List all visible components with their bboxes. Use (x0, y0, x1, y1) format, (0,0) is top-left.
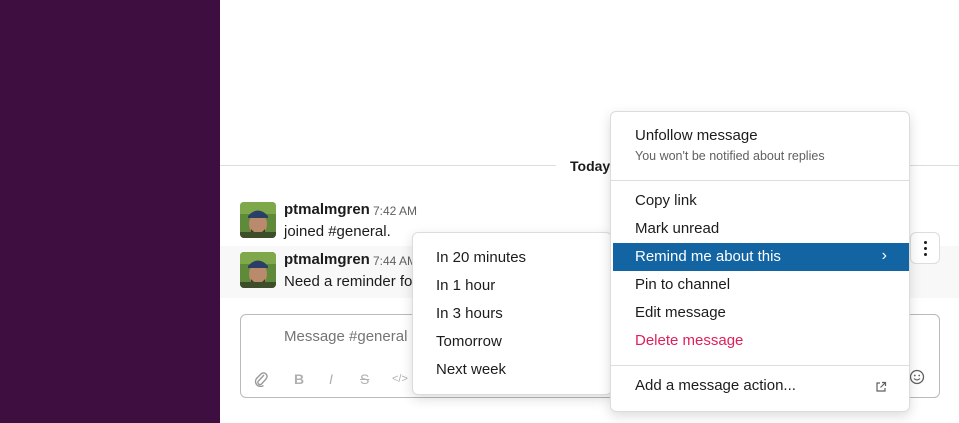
unfollow-hint: You won't be notified about replies (635, 149, 825, 163)
avatar[interactable] (240, 202, 276, 238)
edit-message-item[interactable]: Edit message (613, 299, 909, 327)
message-author[interactable]: ptmalmgren (284, 251, 370, 268)
italic-icon[interactable]: I (329, 371, 333, 387)
remind-option[interactable]: Tomorrow (413, 328, 611, 356)
workspace-sidebar (0, 0, 220, 423)
remind-me-item[interactable]: Remind me about this › (613, 243, 909, 271)
remind-option[interactable]: In 20 minutes (413, 244, 611, 272)
message-text: Need a reminder for (284, 273, 418, 290)
message-timestamp[interactable]: 7:44 AM (373, 254, 417, 268)
remind-submenu: In 20 minutes In 1 hour In 3 hours Tomor… (412, 232, 612, 395)
copy-link-item[interactable]: Copy link (613, 187, 909, 215)
add-message-action-item[interactable]: Add a message action... (613, 372, 909, 400)
message-timestamp[interactable]: 7:42 AM (373, 204, 417, 218)
remind-option[interactable]: Next week (413, 356, 611, 384)
chevron-right-icon: › (881, 247, 887, 264)
avatar[interactable] (240, 252, 276, 288)
delete-message-item[interactable]: Delete message (613, 327, 909, 355)
menu-divider (611, 365, 909, 366)
menu-divider (611, 180, 909, 181)
code-icon[interactable]: </> (392, 373, 408, 385)
message-author[interactable]: ptmalmgren (284, 201, 370, 218)
remind-option[interactable]: In 3 hours (413, 300, 611, 328)
bold-icon[interactable]: B (294, 371, 304, 387)
message-context-menu: Unfollow message You won't be notified a… (610, 111, 910, 412)
mark-unread-item[interactable]: Mark unread (613, 215, 909, 243)
more-actions-button[interactable] (910, 232, 940, 264)
pin-to-channel-item[interactable]: Pin to channel (613, 271, 909, 299)
strikethrough-icon[interactable]: S (360, 371, 369, 387)
unfollow-message-item[interactable]: Unfollow message You won't be notified a… (613, 122, 909, 170)
message-text: joined #general. (284, 223, 391, 240)
emoji-icon[interactable] (909, 369, 925, 388)
remind-option[interactable]: In 1 hour (413, 272, 611, 300)
attach-icon[interactable] (254, 371, 268, 390)
external-link-icon (875, 380, 887, 398)
more-actions-icon (924, 241, 927, 244)
